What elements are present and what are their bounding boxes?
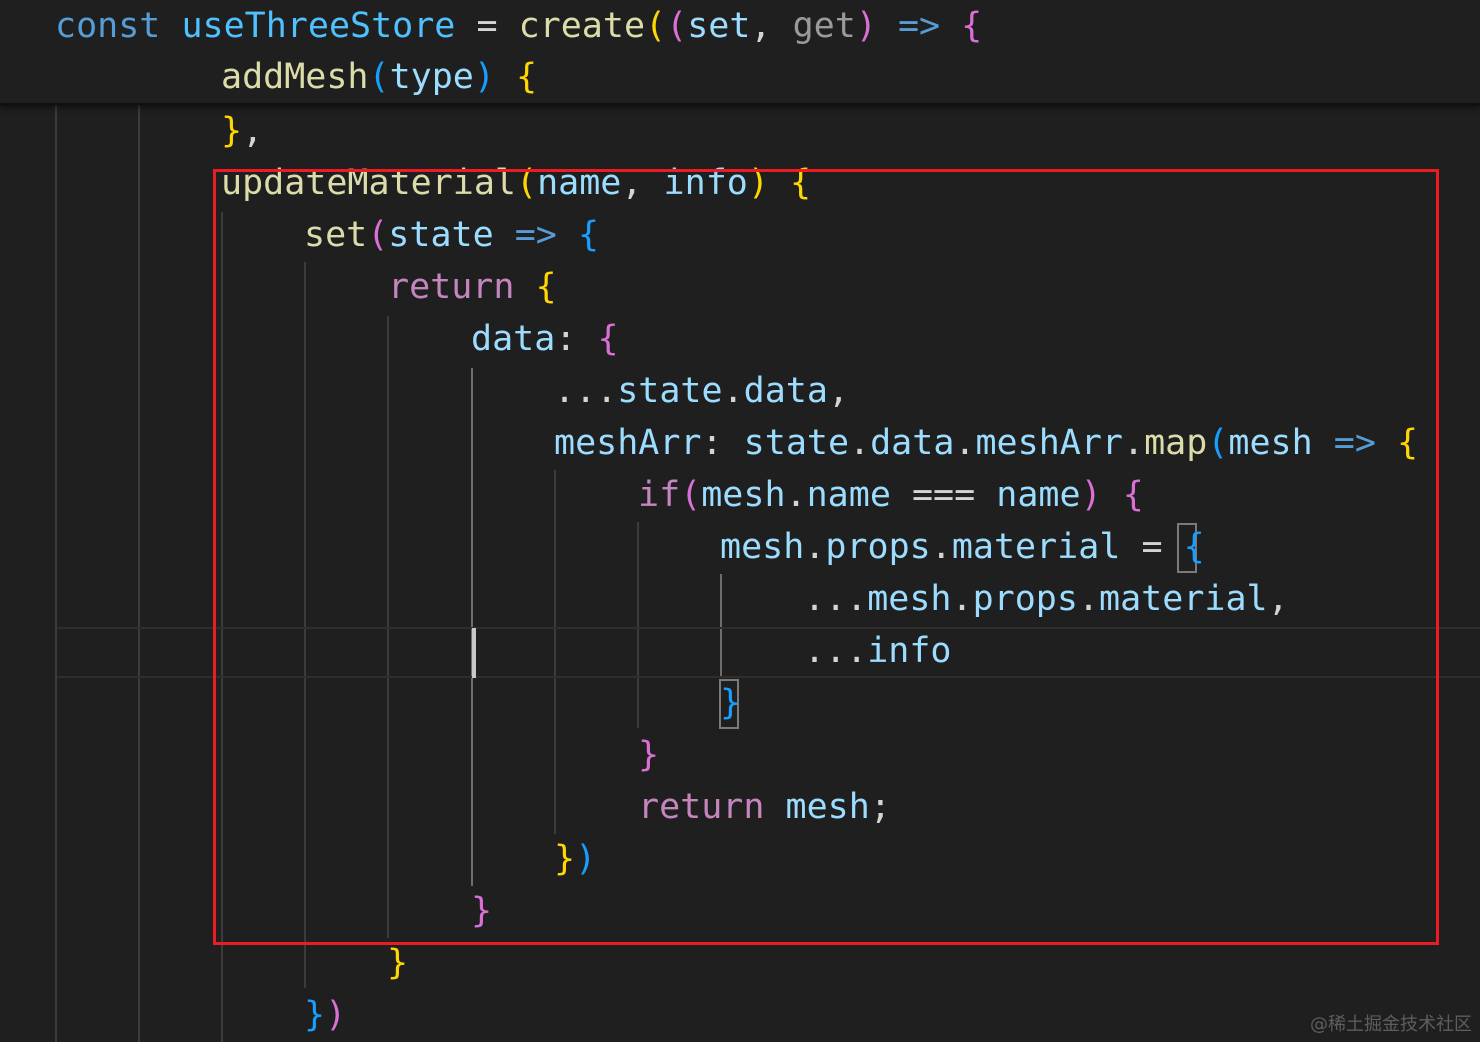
code-token: ) — [473, 57, 517, 97]
code-token: set — [687, 6, 751, 46]
code-token: const — [55, 6, 182, 46]
code-token: } — [221, 111, 243, 151]
watermark: @稀土掘金技术社区 — [1310, 1014, 1472, 1035]
indent-guide — [138, 103, 140, 1042]
code-token: { — [961, 6, 983, 46]
code-editor[interactable]: const useThreeStore = create((set, get) … — [0, 0, 1480, 1042]
code-token: } — [387, 943, 409, 983]
code-token: , — [242, 111, 264, 151]
code-line[interactable]: const useThreeStore = create((set, get) … — [55, 0, 982, 52]
code-token: create — [518, 6, 646, 46]
code-token: type — [389, 57, 474, 97]
code-line[interactable]: }) — [304, 989, 346, 1041]
code-token: } — [304, 995, 326, 1035]
code-token: = — [455, 6, 519, 46]
annotation-highlight-box — [213, 169, 1439, 945]
code-token: get — [792, 6, 856, 46]
code-token: => — [897, 6, 962, 46]
code-token: ( — [645, 6, 667, 46]
indent-guide — [55, 103, 57, 1042]
code-token: { — [516, 57, 538, 97]
code-line[interactable]: addMesh(type) { — [221, 51, 537, 103]
code-token: addMesh — [221, 57, 369, 97]
code-token: ( — [368, 57, 390, 97]
code-token: ) — [855, 6, 898, 46]
code-token: , — [750, 6, 793, 46]
code-token: ( — [666, 6, 688, 46]
code-line[interactable]: }, — [221, 105, 263, 157]
code-token: ) — [325, 995, 347, 1035]
code-token: useThreeStore — [181, 6, 456, 46]
